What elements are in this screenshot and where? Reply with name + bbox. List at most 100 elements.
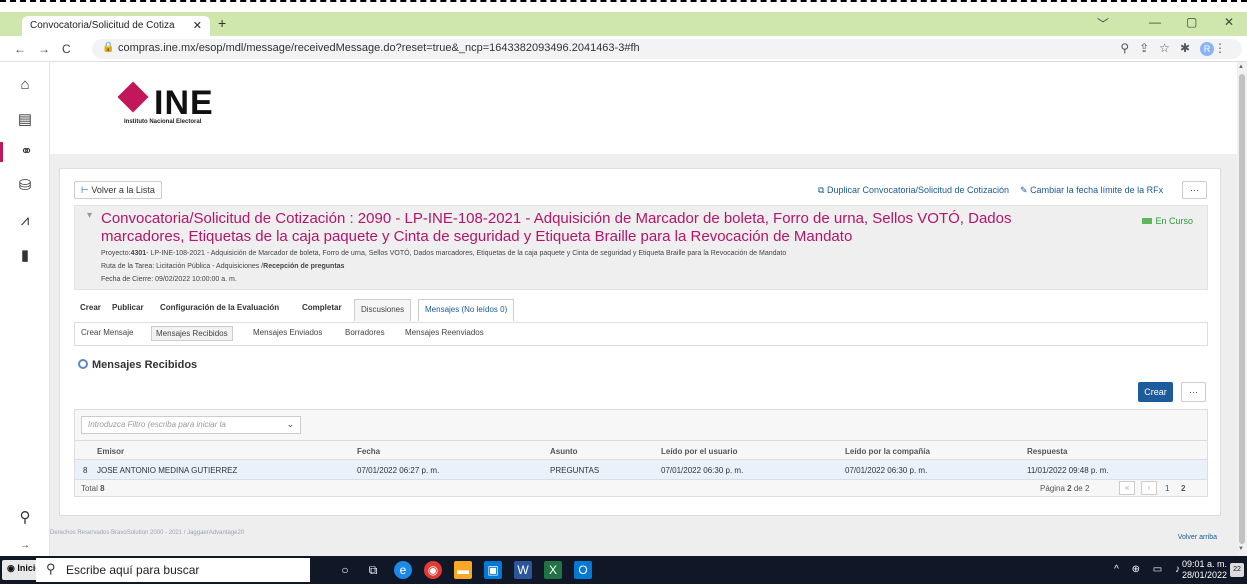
tab-discusiones[interactable]: Discusiones [354, 299, 412, 321]
create-message-button[interactable]: Crear [1138, 382, 1173, 402]
project-line: Proyecto:4301- LP-INE-108-2021 - Adquisi… [101, 250, 786, 257]
chrome-icon[interactable]: ◉ [424, 561, 442, 579]
duplicate-rfx-link[interactable]: ⧉ Duplicar Convocatoria/Solicitud de Cot… [818, 185, 1009, 196]
col-leido-compania[interactable]: Leído por la compañía [845, 447, 930, 456]
page-scrollbar[interactable]: ▲ ▼ [1237, 62, 1247, 556]
page-link-1[interactable]: 1 [1165, 484, 1169, 493]
subtab-borradores[interactable]: Borradores [345, 328, 385, 337]
project-text: - LP-INE-108-2021 - Adquisición de Marca… [146, 250, 787, 257]
first-page-icon[interactable]: « [1119, 481, 1135, 495]
taskbar-search[interactable]: ⚲ Escribe aquí para buscar [36, 558, 310, 582]
subtab-mensajes-reenviados[interactable]: Mensajes Reenviados [405, 328, 484, 337]
taskbar-clock[interactable]: 09:01 a. m. 28/01/2022 [1182, 559, 1227, 581]
file-explorer-icon[interactable]: ▬ [454, 561, 472, 579]
tab-search-icon[interactable]: ﹀ [1097, 15, 1109, 32]
profile-avatar[interactable]: R [1200, 42, 1214, 56]
documents-icon[interactable]: ▮ [14, 246, 36, 266]
menu-kebab-icon[interactable]: ⋮ [1214, 41, 1236, 55]
search-icon[interactable]: ⚲ [14, 508, 36, 528]
bookmark-star-icon[interactable]: ☆ [1159, 41, 1180, 55]
row-index: 8 [83, 466, 88, 475]
received-messages-icon [78, 359, 88, 369]
total-label: Total [81, 484, 98, 493]
route-line: Ruta de la Tarea: Licitación Pública - A… [101, 263, 344, 270]
browser-tab[interactable]: Convocatoria/Solicitud de Cotiza ✕ [22, 16, 210, 36]
row-fecha: 07/01/2022 06:27 p. m. [357, 466, 440, 475]
subtab-crear-mensaje[interactable]: Crear Mensaje [81, 328, 133, 337]
cortana-icon[interactable]: ○ [336, 561, 354, 579]
change-deadline-link[interactable]: ✎ Cambiar la fecha límite de la RFx [1020, 185, 1163, 196]
reload-icon[interactable]: C [62, 42, 71, 56]
status-label: En Curso [1155, 216, 1193, 226]
store-icon[interactable]: ▣ [484, 561, 502, 579]
edge-icon[interactable]: e [394, 561, 412, 579]
extensions-icon[interactable]: ✱ [1180, 41, 1200, 55]
tab-publicar[interactable]: Publicar [112, 303, 144, 312]
collapse-caret-icon[interactable]: ▾ [87, 210, 92, 221]
status-dot-icon [1142, 218, 1153, 224]
row-asunto[interactable]: PREGUNTAS [550, 466, 599, 475]
prev-page-icon[interactable]: ‹ [1141, 481, 1157, 495]
route-label: Ruta de la Tarea: Licitación Pública - A… [101, 263, 264, 270]
outlook-icon[interactable]: O [574, 561, 592, 579]
subtab-mensajes-enviados[interactable]: Mensajes Enviados [253, 328, 322, 337]
scroll-up-icon[interactable]: ▲ [1238, 64, 1244, 70]
toolbar-more-button[interactable]: ··· [1182, 181, 1207, 199]
task-view-icon[interactable]: ⧉ [364, 561, 382, 579]
system-tray-icons[interactable]: ^ ⊕ ▭ ♪ [1114, 564, 1185, 575]
clock-time: 09:01 a. m. [1181, 559, 1227, 569]
duplicate-icon: ⧉ [818, 185, 825, 195]
tab-completar[interactable]: Completar [302, 303, 342, 312]
maximize-icon[interactable]: ▢ [1186, 15, 1197, 29]
filter-placeholder: Introduzca Filtro (escriba para iniciar … [88, 420, 226, 429]
chevron-down-icon[interactable]: ⌄ [286, 419, 294, 430]
filter-input[interactable]: Introduzca Filtro (escriba para iniciar … [81, 416, 301, 434]
row-emisor[interactable]: JOSE ANTONIO MEDINA GUTIERREZ [97, 466, 237, 475]
col-leido-usuario[interactable]: Leído por el usuario [661, 447, 737, 456]
back-to-top-link[interactable]: Volver arriba [1178, 534, 1217, 541]
excel-icon[interactable]: X [544, 561, 562, 579]
total-value: 8 [100, 484, 105, 493]
analytics-icon[interactable]: ⩘ [14, 212, 36, 232]
scroll-down-icon[interactable]: ▼ [1238, 546, 1244, 552]
back-to-list-button[interactable]: ⊢ Volver a la Lista [74, 181, 162, 199]
list-more-button[interactable]: ··· [1181, 382, 1206, 402]
home-icon[interactable]: ⌂ [14, 76, 36, 96]
tab-mensajes[interactable]: Mensajes (No leídos 0) [418, 299, 515, 321]
row-leido-usuario: 07/01/2022 06:30 p. m. [661, 466, 744, 475]
col-respuesta[interactable]: Respuesta [1027, 447, 1067, 456]
minimize-icon[interactable]: — [1149, 15, 1161, 29]
page-label: Página [1040, 484, 1065, 493]
subtab-mensajes-recibidos[interactable]: Mensajes Recibidos [151, 326, 233, 341]
col-emisor[interactable]: Emisor [97, 447, 124, 456]
tab-crear[interactable]: Crear [80, 303, 101, 312]
dashboard-icon[interactable]: ▤ [14, 110, 36, 130]
app-header: INE Instituto Nacional Electoral [50, 62, 1237, 154]
share-icon[interactable]: ⇪ [1139, 41, 1159, 55]
close-tab-icon[interactable]: ✕ [193, 19, 202, 32]
close-date: Fecha de Cierre: 09/02/2022 10:00:00 a. … [101, 276, 237, 283]
forward-arrow-icon[interactable]: → [38, 42, 50, 56]
url-field[interactable]: 🔒 compras.ine.mx/esop/mdl/message/receiv… [92, 39, 1242, 59]
word-icon[interactable]: W [514, 561, 532, 579]
scroll-thumb[interactable] [1239, 74, 1245, 544]
back-arrow-icon[interactable]: ← [14, 42, 26, 56]
logo-diamond-icon [117, 81, 149, 113]
status-badge: En Curso [1142, 216, 1193, 226]
close-window-icon[interactable]: ✕ [1224, 15, 1234, 29]
table-row[interactable]: 8 JOSE ANTONIO MEDINA GUTIERREZ 07/01/20… [75, 460, 1207, 480]
tab-configuracion[interactable]: Configuración de la Evaluación [160, 303, 279, 312]
logo-subtitle: Instituto Nacional Electoral [124, 119, 202, 125]
col-fecha[interactable]: Fecha [357, 447, 380, 456]
back-list-icon: ⊢ [81, 185, 89, 195]
notification-count[interactable]: 22 [1230, 563, 1244, 577]
new-tab-icon[interactable]: + [218, 15, 226, 31]
zoom-icon[interactable]: ⚲ [1120, 41, 1139, 55]
messages-grid: Introduzca Filtro (escriba para iniciar … [74, 409, 1208, 497]
project-label: Proyecto: [101, 250, 131, 257]
handshake-icon[interactable]: ⚭ [0, 142, 50, 162]
suppliers-icon[interactable]: ⛁ [14, 176, 36, 196]
col-asunto[interactable]: Asunto [550, 447, 578, 456]
rfx-panel: ⊢ Volver a la Lista ⧉ Duplicar Convocato… [59, 168, 1221, 516]
page-link-2[interactable]: 2 [1181, 484, 1185, 493]
